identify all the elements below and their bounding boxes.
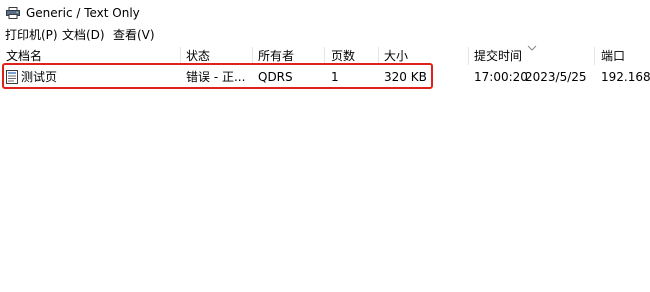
column-header-pages[interactable]: 页数	[331, 47, 355, 65]
column-separator[interactable]	[468, 47, 469, 65]
column-separator[interactable]	[594, 47, 595, 65]
cell-submitted-time: 17:00:20	[474, 70, 528, 84]
column-header-port[interactable]: 端口	[601, 47, 625, 65]
column-separator[interactable]	[324, 47, 325, 65]
document-icon	[6, 70, 18, 84]
column-header-owner[interactable]: 所有者	[258, 47, 294, 65]
cell-submitted-date: 2023/5/25	[525, 70, 587, 84]
column-header-document-name[interactable]: 文档名	[6, 47, 42, 65]
table-row[interactable]: 测试页 错误 - 正... QDRS 1 320 KB 17:00:20 202…	[0, 66, 650, 88]
menu-printer[interactable]: 打印机(P)	[5, 27, 58, 43]
cell-status: 错误 - 正...	[186, 70, 246, 84]
cell-owner: QDRS	[258, 70, 293, 84]
column-header: 文档名 状态 所有者 页数 大小 提交时间 端口	[0, 45, 650, 65]
cell-pages: 1	[331, 70, 339, 84]
column-separator[interactable]	[378, 47, 379, 65]
title-bar: Generic / Text Only	[0, 0, 650, 26]
sort-descending-icon	[527, 45, 537, 51]
cell-document-name: 测试页	[21, 70, 58, 84]
printer-icon	[6, 7, 20, 19]
column-header-status[interactable]: 状态	[186, 47, 210, 65]
column-header-size[interactable]: 大小	[384, 47, 408, 65]
window-title: Generic / Text Only	[26, 6, 140, 20]
column-separator[interactable]	[180, 47, 181, 65]
menu-view[interactable]: 查看(V)	[113, 27, 155, 43]
column-header-submitted[interactable]: 提交时间	[474, 47, 522, 65]
column-separator[interactable]	[252, 47, 253, 65]
menu-bar: 打印机(P) 文档(D) 查看(V)	[0, 27, 650, 45]
cell-port: 192.168.1	[601, 70, 650, 84]
menu-document[interactable]: 文档(D)	[62, 27, 105, 43]
cell-size: 320 KB	[384, 70, 427, 84]
